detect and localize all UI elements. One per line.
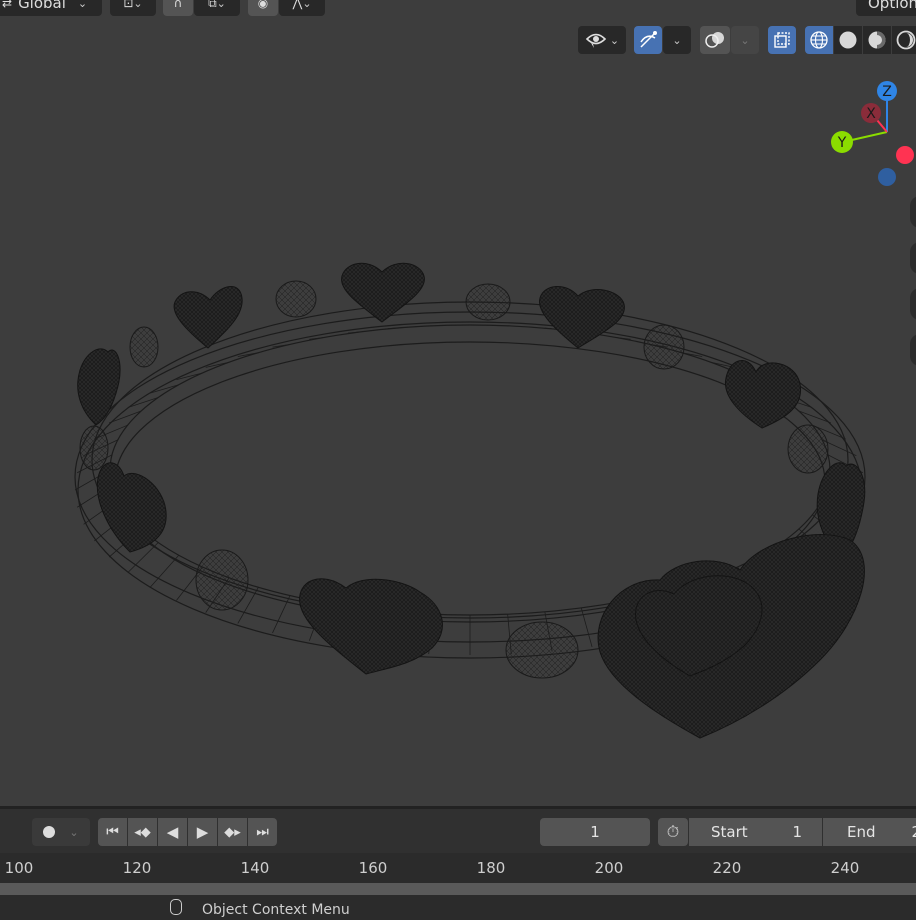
ruler-tick-label: 160	[359, 859, 388, 877]
record-dot-icon	[43, 826, 55, 838]
chevron-down-icon: ⌄	[69, 826, 78, 839]
play-button[interactable]: ▶	[188, 818, 217, 846]
next-keyframe-icon: ◆▸	[224, 825, 241, 840]
jump-start-button[interactable]: ⏮	[98, 818, 127, 846]
ruler-tick-label: 140	[241, 859, 270, 877]
end-value: 2	[911, 823, 916, 841]
stopwatch-icon: ⏱	[667, 822, 679, 842]
ruler-tick-label: 200	[595, 859, 624, 877]
ruler-tick-label: 240	[831, 859, 860, 877]
ruler-tick-label: 180	[477, 859, 506, 877]
context-menu-hint: Object Context Menu	[202, 902, 350, 918]
status-bar: Object Context Menu	[0, 895, 916, 920]
end-label: End	[847, 823, 876, 841]
ruler-tick-label: 120	[123, 859, 152, 877]
band-edge	[128, 398, 158, 408]
end-frame-field[interactable]: End 2	[823, 818, 916, 846]
band-edge	[150, 385, 178, 393]
current-frame-value: 1	[590, 823, 600, 841]
jump-end-icon: ⏭	[256, 824, 269, 840]
mouse-right-icon	[170, 899, 182, 915]
band-edge	[348, 332, 359, 333]
start-frame-field[interactable]: Start 1	[689, 818, 822, 846]
start-label: Start	[711, 823, 748, 841]
current-frame-field[interactable]: 1	[540, 818, 650, 846]
play-reverse-button[interactable]: ◀	[158, 818, 187, 846]
prev-keyframe-icon: ◂◆	[134, 825, 151, 840]
preview-range-toggle[interactable]: ⏱	[658, 818, 688, 846]
jump-end-button[interactable]: ⏭	[248, 818, 277, 846]
keyframe-record-button[interactable]: ⌄	[32, 818, 90, 846]
timeline-scrollbar[interactable]	[0, 883, 916, 895]
jump-next-keyframe-button[interactable]: ◆▸	[218, 818, 247, 846]
play-reverse-icon: ◀	[167, 823, 179, 841]
ruler-tick-label: 220	[713, 859, 742, 877]
jump-start-icon: ⏮	[106, 824, 119, 840]
ruler-tick-label: 100	[5, 859, 34, 877]
start-value: 1	[792, 823, 802, 841]
play-icon: ▶	[197, 823, 209, 841]
frame-ruler[interactable]: 100 120 140 160 180 200 220 240	[0, 853, 916, 883]
jump-prev-keyframe-button[interactable]: ◂◆	[128, 818, 157, 846]
timeline-header: ⌄ ⏮ ◂◆ ◀ ▶ ◆▸ ⏭ 1 ⏱	[0, 809, 916, 853]
band-edge	[799, 411, 831, 423]
wireframe-ring-model[interactable]	[0, 0, 916, 806]
band-edge	[109, 411, 141, 423]
timeline-editor: ⌄ ⏮ ◂◆ ◀ ▶ ◆▸ ⏭ 1 ⏱	[0, 806, 916, 917]
playback-controls: ⏮ ◂◆ ◀ ▶ ◆▸ ⏭	[98, 818, 277, 846]
3d-viewport[interactable]: ⇄ Global ⌄ ⊡ ⌄ ∩ ⧉ ⌄ ◉ ⋀ ⌄ Options ⌄	[0, 0, 916, 806]
